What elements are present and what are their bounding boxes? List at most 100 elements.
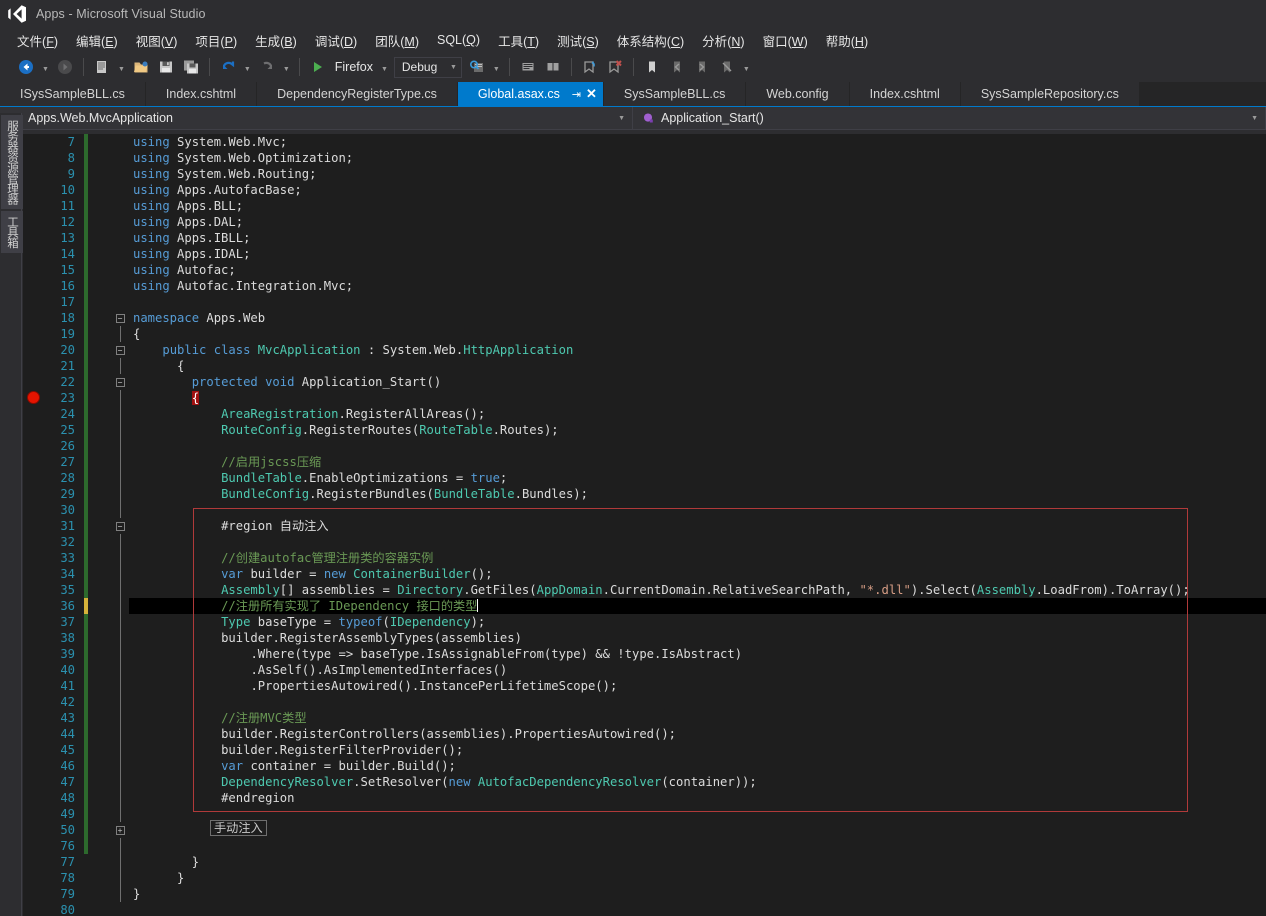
code-line[interactable]: 11 using Apps.BLL; bbox=[23, 198, 1266, 214]
code-line[interactable]: 80 bbox=[23, 902, 1266, 916]
breakpoint-gutter[interactable] bbox=[23, 710, 45, 726]
code-line[interactable]: 48 #endregion bbox=[23, 790, 1266, 806]
code-line[interactable]: 10 using Apps.AutofacBase; bbox=[23, 182, 1266, 198]
toolbar-overflow-icon[interactable]: ▼ bbox=[740, 55, 753, 79]
breakpoint-gutter[interactable] bbox=[23, 614, 45, 630]
code-line[interactable]: 25 RouteConfig.RegisterRoutes(RouteTable.… bbox=[23, 422, 1266, 438]
menu-item-4[interactable]: 项目(P) bbox=[186, 29, 246, 52]
dock-tab-1[interactable]: 服务器资源管理器 bbox=[1, 115, 23, 209]
menu-item-13[interactable]: 窗口(W) bbox=[754, 29, 817, 52]
menu-item-3[interactable]: 视图(V) bbox=[127, 29, 187, 52]
code-line[interactable]: 23 { bbox=[23, 390, 1266, 406]
code-line[interactable]: 79} bbox=[23, 886, 1266, 902]
document-tab-4[interactable]: Global.asax.cs ⇥ ✕ bbox=[457, 82, 604, 106]
comment-selection-icon[interactable] bbox=[516, 55, 540, 79]
breakpoint-gutter[interactable] bbox=[23, 790, 45, 806]
breakpoint-gutter[interactable] bbox=[23, 182, 45, 198]
breakpoint-gutter[interactable] bbox=[23, 726, 45, 742]
start-debug-label[interactable]: Firefox bbox=[331, 60, 377, 74]
pin-tab-icon[interactable]: ⇥ bbox=[569, 87, 584, 102]
navigate-forward-icon[interactable] bbox=[53, 55, 77, 79]
next-bookmark-icon[interactable] bbox=[690, 55, 714, 79]
code-line[interactable]: 13 using Apps.IBLL; bbox=[23, 230, 1266, 246]
breakpoint-gutter[interactable] bbox=[23, 406, 45, 422]
breakpoint-gutter[interactable] bbox=[23, 582, 45, 598]
breakpoint-gutter[interactable] bbox=[23, 518, 45, 534]
menu-item-11[interactable]: 体系结构(C) bbox=[608, 29, 693, 52]
code-line[interactable]: 47 DependencyResolver.SetResolver(new Aut… bbox=[23, 774, 1266, 790]
breakpoint-gutter[interactable] bbox=[23, 310, 45, 326]
redo-dropdown-icon[interactable]: ▼ bbox=[280, 55, 293, 79]
outlining-toggle[interactable]: − bbox=[111, 310, 129, 326]
undo-icon[interactable] bbox=[216, 55, 240, 79]
code-editor[interactable]: 7 using System.Web.Mvc; 8 using System.Web.… bbox=[23, 134, 1266, 916]
menu-item-10[interactable]: 测试(S) bbox=[548, 29, 608, 52]
outlining-toggle[interactable]: − bbox=[111, 518, 129, 534]
document-tab-6[interactable]: Web.config bbox=[746, 82, 850, 106]
menu-item-12[interactable]: 分析(N) bbox=[693, 29, 753, 52]
code-line[interactable]: 17 bbox=[23, 294, 1266, 310]
start-debug-dropdown-icon[interactable]: ▼ bbox=[378, 55, 391, 79]
code-line[interactable]: 38 builder.RegisterAssemblyTypes(assembli… bbox=[23, 630, 1266, 646]
code-line[interactable]: 36 //注册所有实现了 IDependency 接口的类型 bbox=[23, 598, 1266, 614]
breakpoint-gutter[interactable] bbox=[23, 374, 45, 390]
remove-bookmark-icon[interactable] bbox=[603, 55, 627, 79]
uncomment-selection-icon[interactable] bbox=[541, 55, 565, 79]
breakpoint-gutter[interactable] bbox=[23, 870, 45, 886]
start-debug-play-icon[interactable] bbox=[306, 55, 330, 79]
code-line[interactable]: 30 bbox=[23, 502, 1266, 518]
code-line[interactable]: 45 builder.RegisterFilterProvider(); bbox=[23, 742, 1266, 758]
code-line[interactable]: 42 bbox=[23, 694, 1266, 710]
document-tab-2[interactable]: Index.cshtml bbox=[145, 82, 258, 106]
breakpoint-gutter[interactable] bbox=[23, 470, 45, 486]
collapsed-region-label[interactable]: 手动注入 bbox=[210, 820, 267, 836]
clear-bookmarks-icon[interactable] bbox=[715, 55, 739, 79]
breakpoint-marker[interactable] bbox=[23, 390, 45, 406]
breakpoint-gutter[interactable] bbox=[23, 662, 45, 678]
outlining-toggle[interactable]: + bbox=[111, 822, 129, 838]
menu-item-5[interactable]: 生成(B) bbox=[246, 29, 306, 52]
code-line[interactable]: 14 using Apps.IDAL; bbox=[23, 246, 1266, 262]
breakpoint-gutter[interactable] bbox=[23, 438, 45, 454]
breakpoint-gutter[interactable] bbox=[23, 806, 45, 822]
breakpoint-gutter[interactable] bbox=[23, 550, 45, 566]
find-in-files-icon[interactable] bbox=[465, 55, 489, 79]
code-line[interactable]: 41 .PropertiesAutowired().InstancePerLife… bbox=[23, 678, 1266, 694]
code-line[interactable]: 27 //启用jscss压缩 bbox=[23, 454, 1266, 470]
close-tab-icon[interactable]: ✕ bbox=[584, 86, 599, 102]
menu-item-14[interactable]: 帮助(H) bbox=[817, 29, 877, 52]
breakpoint-gutter[interactable] bbox=[23, 262, 45, 278]
breakpoint-gutter[interactable] bbox=[23, 838, 45, 854]
breakpoint-gutter[interactable] bbox=[23, 630, 45, 646]
breakpoint-gutter[interactable] bbox=[23, 422, 45, 438]
breakpoint-gutter[interactable] bbox=[23, 150, 45, 166]
breakpoint-gutter[interactable] bbox=[23, 326, 45, 342]
add-bookmark-icon[interactable] bbox=[578, 55, 602, 79]
code-line[interactable]: 20 − public class MvcApplication : System.… bbox=[23, 342, 1266, 358]
breakpoint-gutter[interactable] bbox=[23, 742, 45, 758]
new-item-icon[interactable] bbox=[90, 55, 114, 79]
open-file-icon[interactable] bbox=[129, 55, 153, 79]
code-line[interactable]: 31 − #region 自动注入 bbox=[23, 518, 1266, 534]
code-line[interactable]: 78} bbox=[23, 870, 1266, 886]
breakpoint-gutter[interactable] bbox=[23, 598, 45, 614]
code-line[interactable]: 33 //创建autofac管理注册类的容器实例 bbox=[23, 550, 1266, 566]
code-line[interactable]: 26 bbox=[23, 438, 1266, 454]
collapse-icon[interactable]: − bbox=[115, 345, 125, 355]
code-line[interactable]: 29 BundleConfig.RegisterBundles(BundleTab… bbox=[23, 486, 1266, 502]
code-line[interactable]: 76 bbox=[23, 838, 1266, 854]
code-line[interactable]: 35 Assembly[] assemblies = Directory.GetF… bbox=[23, 582, 1266, 598]
breakpoint-gutter[interactable] bbox=[23, 278, 45, 294]
breakpoint-gutter[interactable] bbox=[23, 214, 45, 230]
document-tab-1[interactable]: ISysSampleBLL.cs bbox=[0, 82, 146, 106]
breakpoint-gutter[interactable] bbox=[23, 230, 45, 246]
code-line[interactable]: 8 using System.Web.Optimization; bbox=[23, 150, 1266, 166]
code-line[interactable]: 7 using System.Web.Mvc; bbox=[23, 134, 1266, 150]
menu-item-7[interactable]: 团队(M) bbox=[366, 29, 428, 52]
code-line[interactable]: 22 − protected void Application_Start() bbox=[23, 374, 1266, 390]
navigate-back-icon[interactable] bbox=[14, 55, 38, 79]
code-line[interactable]: 32 bbox=[23, 534, 1266, 550]
breakpoint-gutter[interactable] bbox=[23, 246, 45, 262]
breakpoint-gutter[interactable] bbox=[23, 198, 45, 214]
solution-configuration-combo[interactable]: Debug ▼ bbox=[393, 56, 462, 78]
